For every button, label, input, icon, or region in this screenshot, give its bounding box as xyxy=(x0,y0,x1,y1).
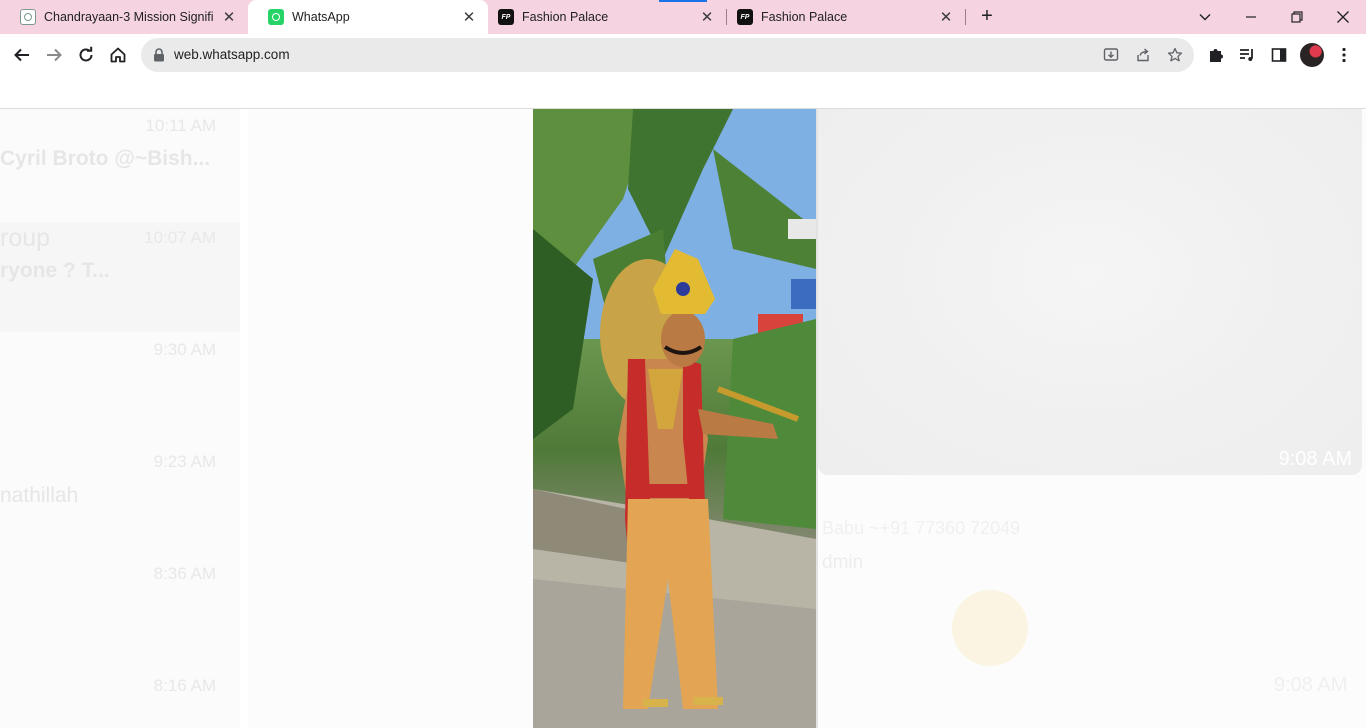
share-button[interactable] xyxy=(1134,46,1152,64)
close-icon[interactable]: ✕ xyxy=(220,8,238,26)
lock-icon[interactable] xyxy=(153,48,165,62)
minimize-button[interactable] xyxy=(1228,0,1274,34)
install-icon xyxy=(1103,48,1119,61)
close-icon[interactable]: ✕ xyxy=(698,8,716,26)
message-time: 9:08 AM xyxy=(1274,674,1348,696)
chat-time: 9:23 AM xyxy=(153,452,216,471)
chat-preview: ryone ? T... xyxy=(0,259,110,282)
star-icon xyxy=(1167,47,1183,62)
media-control-button[interactable] xyxy=(1237,45,1257,65)
reload-button[interactable] xyxy=(73,42,99,68)
home-icon xyxy=(110,47,126,63)
close-icon xyxy=(1337,11,1349,23)
profile-avatar[interactable] xyxy=(1300,43,1324,67)
chat-time: 10:07 AM xyxy=(144,228,216,247)
chat-time: 8:36 AM xyxy=(153,564,216,583)
share-icon xyxy=(1137,48,1149,62)
image-message-bubble[interactable]: 9:08 AM xyxy=(818,109,1362,475)
chat-time: 9:30 AM xyxy=(153,340,216,359)
side-panel-button[interactable] xyxy=(1269,45,1289,65)
tab-search-button[interactable] xyxy=(1182,0,1228,34)
tab-whatsapp[interactable]: WhatsApp ✕ xyxy=(248,0,488,34)
close-window-button[interactable] xyxy=(1320,0,1366,34)
side-panel-icon xyxy=(1271,48,1287,62)
message-time: 9:08 AM xyxy=(1278,448,1352,470)
fashion-palace-icon xyxy=(498,9,514,25)
tab-chandrayaan[interactable]: Chandrayaan-3 Mission Significan ✕ xyxy=(0,0,248,34)
close-icon[interactable]: ✕ xyxy=(937,8,955,26)
tab-fashion-palace-2[interactable]: Fashion Palace ✕ xyxy=(727,0,965,34)
man-in-costume-photo xyxy=(533,109,816,728)
back-button[interactable] xyxy=(9,42,35,68)
arrow-left-icon xyxy=(14,48,29,62)
tab-strip: Chandrayaan-3 Mission Significan ✕ Whats… xyxy=(0,0,1366,34)
whatsapp-icon xyxy=(268,9,284,25)
restore-icon xyxy=(1291,11,1303,23)
arrow-right-icon xyxy=(47,48,62,62)
url-text[interactable]: web.whatsapp.com xyxy=(174,47,290,62)
tab-title: Chandrayaan-3 Mission Significan xyxy=(44,10,214,24)
minimize-icon xyxy=(1246,16,1256,18)
chatgpt-icon xyxy=(20,9,36,25)
browser-toolbar: web.whatsapp.com xyxy=(0,34,1366,76)
extensions-button[interactable] xyxy=(1206,45,1226,65)
divider xyxy=(816,109,818,728)
new-tab-button[interactable]: + xyxy=(975,6,999,28)
kebab-menu-icon xyxy=(1342,47,1346,63)
reload-icon xyxy=(79,46,93,62)
whatsapp-web-page: 10:11 AM Cyril Broto @~Bish... 10:07 AM … xyxy=(0,76,1366,728)
tab-title: WhatsApp xyxy=(292,10,350,24)
chat-time: 8:16 AM xyxy=(153,676,216,695)
star-struck-emoji xyxy=(952,590,1028,666)
bookmark-button[interactable] xyxy=(1166,46,1184,64)
browser-menu-button[interactable] xyxy=(1334,45,1354,65)
tab-separator xyxy=(965,9,966,25)
media-viewer-image[interactable] xyxy=(533,109,816,728)
media-queue-icon xyxy=(1240,49,1253,61)
restore-button[interactable] xyxy=(1274,0,1320,34)
tab-title: Fashion Palace xyxy=(522,10,609,24)
chevron-down-icon xyxy=(1199,14,1211,21)
message-sender: Babu ~+91 77360 72049 xyxy=(822,518,1021,538)
install-app-button[interactable] xyxy=(1102,46,1120,64)
tab-fashion-palace-1[interactable]: Fashion Palace ✕ xyxy=(488,0,726,34)
puzzle-icon xyxy=(1210,49,1223,62)
sender-role: dmin xyxy=(822,552,864,573)
chat-preview: nathillah xyxy=(0,484,79,507)
chat-list: 10:11 AM Cyril Broto @~Bish... 10:07 AM … xyxy=(0,109,240,728)
forward-button[interactable] xyxy=(41,42,67,68)
fashion-palace-icon xyxy=(737,9,753,25)
chat-title: roup xyxy=(0,224,51,252)
chat-time: 10:11 AM xyxy=(145,116,216,135)
chat-preview: Cyril Broto @~Bish... xyxy=(0,147,211,170)
close-icon[interactable]: ✕ xyxy=(460,8,478,26)
home-button[interactable] xyxy=(105,42,131,68)
tab-title: Fashion Palace xyxy=(761,10,848,24)
address-bar[interactable]: web.whatsapp.com xyxy=(141,38,1194,72)
